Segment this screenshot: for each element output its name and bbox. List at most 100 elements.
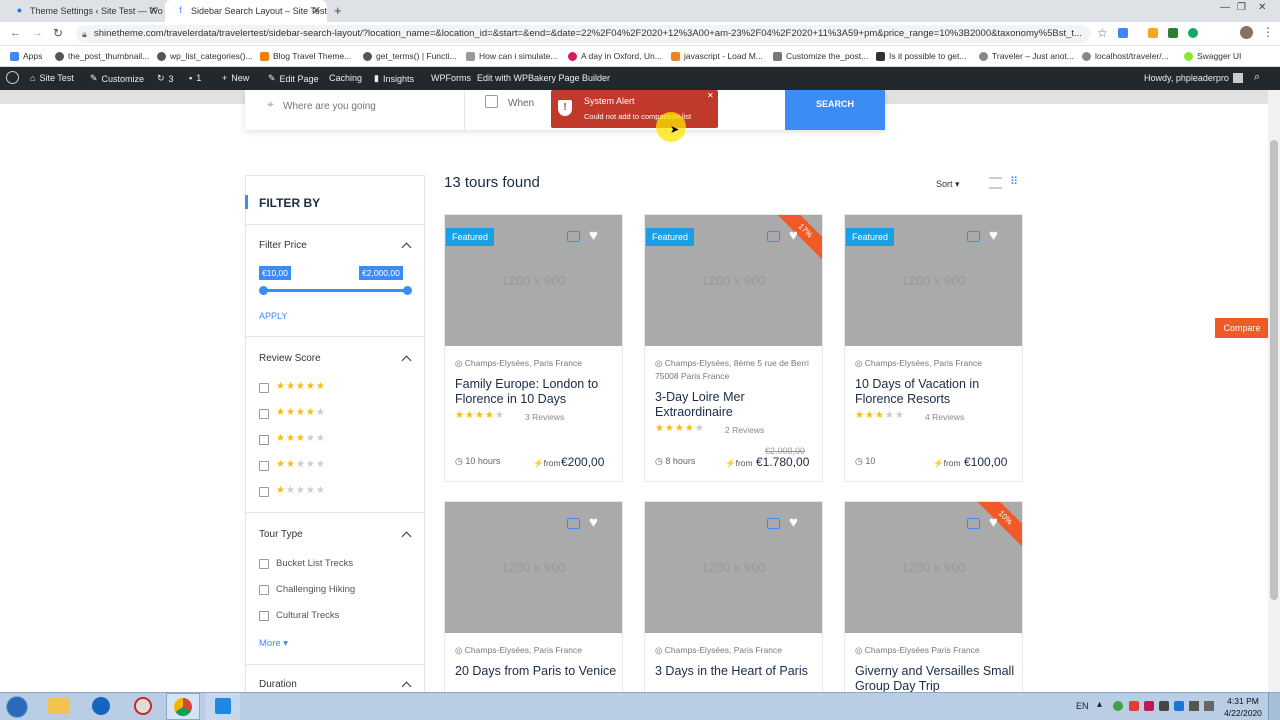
share-icon[interactable] — [567, 518, 580, 529]
tray-app-icon[interactable] — [1113, 701, 1123, 711]
close-window-button[interactable]: ✕ — [1258, 2, 1266, 13]
extension-pen-icon[interactable] — [1148, 28, 1158, 38]
tour-card[interactable]: 1200 x 900 Featured ♥ ◎ Champs-Elysées, … — [844, 214, 1023, 482]
profile-avatar[interactable] — [1240, 26, 1253, 39]
extension-translate-icon[interactable] — [1118, 28, 1128, 38]
volume-icon[interactable] — [1204, 701, 1214, 711]
scrollbar-thumb[interactable] — [1270, 140, 1278, 600]
when-field[interactable]: When — [508, 98, 534, 109]
tour-card[interactable]: 1200 x 900 Featured ♥ ◎ Champs-Elysées, … — [444, 214, 623, 482]
tour-card[interactable]: 1200 x 900 ♥ ◎ Champs-Elysées, Paris Fra… — [444, 501, 623, 692]
tray-app-icon[interactable] — [1159, 701, 1169, 711]
heart-icon[interactable]: ♥ — [589, 514, 598, 531]
review-5-checkbox[interactable] — [259, 383, 269, 393]
heart-icon[interactable]: ♥ — [789, 227, 798, 244]
tour-title[interactable]: 3 Days in the Heart of Paris — [655, 664, 820, 679]
tray-expand-icon[interactable]: ▴ — [1097, 699, 1102, 710]
snipping-tool-icon[interactable] — [134, 697, 152, 715]
close-tab-icon[interactable]: ✕ — [149, 4, 158, 17]
bookmark-item[interactable]: get_terms() | Functi... — [363, 51, 457, 61]
language-indicator[interactable]: EN — [1076, 701, 1089, 711]
wp-updates-link[interactable]: ↻ 3 — [157, 73, 174, 84]
share-icon[interactable] — [767, 231, 780, 242]
tour-title[interactable]: Family Europe: London to Florence in 10 … — [455, 377, 620, 407]
wp-customize-link[interactable]: ✎ Customize — [90, 73, 144, 84]
tray-app-icon[interactable] — [1129, 701, 1139, 711]
heart-icon[interactable]: ♥ — [989, 514, 998, 531]
tour-card[interactable]: 1200 x 900 Featured 17% ♥ ◎ Champs-Elysé… — [644, 214, 823, 482]
wp-caching-link[interactable]: Caching — [329, 73, 362, 83]
price-slider-track[interactable] — [262, 289, 408, 292]
clock-time[interactable]: 4:31 PM — [1225, 696, 1261, 706]
vscode-taskbar-button[interactable] — [206, 693, 240, 720]
tour-type-title[interactable]: Tour Type — [259, 529, 303, 540]
bookmark-item[interactable]: the_post_thumbnail... — [55, 51, 149, 61]
close-tab-icon[interactable]: ✕ — [312, 4, 321, 17]
wp-comments-link[interactable]: ▪ 1 — [189, 73, 201, 83]
maps-icon[interactable] — [92, 697, 110, 715]
back-arrow-icon[interactable]: ← — [10, 27, 21, 39]
bookmark-item[interactable]: javascript - Load M... — [671, 51, 763, 61]
start-button[interactable] — [6, 696, 28, 718]
tour-title[interactable]: 10 Days of Vacation in Florence Resorts — [855, 377, 1020, 407]
bookmark-apps[interactable]: Apps — [10, 51, 42, 61]
wp-edit-page-link[interactable]: ✎ Edit Page — [268, 73, 319, 84]
maximize-button[interactable]: ❐ — [1237, 2, 1246, 13]
search-icon[interactable]: ⌕ — [1254, 71, 1260, 84]
bookmark-item[interactable]: localhost/traveler/... — [1082, 51, 1169, 61]
wp-insights-link[interactable]: ▮ Insights — [374, 73, 414, 84]
review-score-title[interactable]: Review Score — [259, 353, 321, 364]
chevron-up-icon[interactable] — [401, 355, 412, 366]
minimize-button[interactable]: — — [1220, 2, 1230, 13]
tour-title[interactable]: 3-Day Loire Mer Extraordinaire — [655, 390, 820, 420]
tray-app-icon[interactable] — [1144, 701, 1154, 711]
chevron-up-icon[interactable] — [401, 681, 412, 692]
browser-tab-sidebar-search[interactable]: ƭ Sidebar Search Layout – Site Test ✕ — [165, 0, 327, 22]
bookmark-item[interactable]: Swagger UI — [1184, 51, 1241, 61]
bookmark-star-icon[interactable]: ☆ — [1097, 26, 1108, 40]
list-view-icon[interactable] — [989, 177, 1002, 189]
alert-close-icon[interactable]: ✕ — [707, 91, 714, 100]
network-icon[interactable] — [1189, 701, 1199, 711]
tour-type-checkbox[interactable] — [259, 611, 269, 621]
price-slider-max-handle[interactable] — [403, 286, 412, 295]
compare-button[interactable]: Compare — [1215, 318, 1269, 338]
clock-date[interactable]: 4/22/2020 — [1223, 708, 1263, 718]
tour-card[interactable]: 1200 x 900 10% ♥ ◎ Champs-Elysées Paris … — [844, 501, 1023, 694]
forward-arrow-icon[interactable]: → — [32, 27, 43, 39]
wp-site-link[interactable]: ⌂ Site Test — [30, 73, 74, 83]
heart-icon[interactable]: ♥ — [589, 227, 598, 244]
wp-wpbakery-link[interactable]: Edit with WPBakery Page Builder — [477, 73, 610, 83]
bookmark-item[interactable]: A day in Oxford, Un... — [568, 51, 662, 61]
heart-icon[interactable]: ♥ — [989, 227, 998, 244]
share-icon[interactable] — [767, 518, 780, 529]
tour-title[interactable]: 20 Days from Paris to Venice — [455, 664, 620, 679]
chevron-up-icon[interactable] — [401, 242, 412, 253]
price-slider-min-handle[interactable] — [259, 286, 268, 295]
wp-new-link[interactable]: + New — [222, 73, 249, 83]
chrome-taskbar-button[interactable] — [166, 693, 200, 720]
grid-view-icon[interactable]: ⠿ — [1010, 177, 1018, 188]
more-tour-types-link[interactable]: More ▾ — [259, 638, 288, 649]
search-button[interactable]: SEARCH — [785, 90, 885, 130]
share-icon[interactable] — [567, 231, 580, 242]
tray-app-icon[interactable] — [1174, 701, 1184, 711]
extension-shield-icon[interactable] — [1168, 28, 1178, 38]
menu-dots-icon[interactable]: ⋮ — [1262, 25, 1274, 39]
tour-title[interactable]: Giverny and Versailles Small Group Day T… — [855, 664, 1020, 694]
show-desktop-button[interactable] — [1268, 693, 1280, 720]
filter-price-title[interactable]: Filter Price — [259, 240, 307, 251]
tour-type-checkbox[interactable] — [259, 559, 269, 569]
bookmark-item[interactable]: Is it possible to get... — [876, 51, 966, 61]
where-input[interactable] — [283, 98, 453, 114]
share-icon[interactable] — [967, 518, 980, 529]
url-input[interactable]: 🔒︎ shinetheme.com/travelerdata/travelert… — [76, 25, 1090, 43]
wp-howdy-account[interactable]: Howdy, phpleaderpro — [1144, 73, 1243, 83]
apply-price-button[interactable]: APPLY — [259, 311, 287, 321]
chevron-up-icon[interactable] — [401, 531, 412, 542]
duration-title[interactable]: Duration — [259, 679, 297, 690]
bookmark-item[interactable]: wp_list_categories()... — [157, 51, 253, 61]
review-3-checkbox[interactable] — [259, 435, 269, 445]
file-explorer-icon[interactable] — [48, 698, 70, 714]
tour-type-checkbox[interactable] — [259, 585, 269, 595]
